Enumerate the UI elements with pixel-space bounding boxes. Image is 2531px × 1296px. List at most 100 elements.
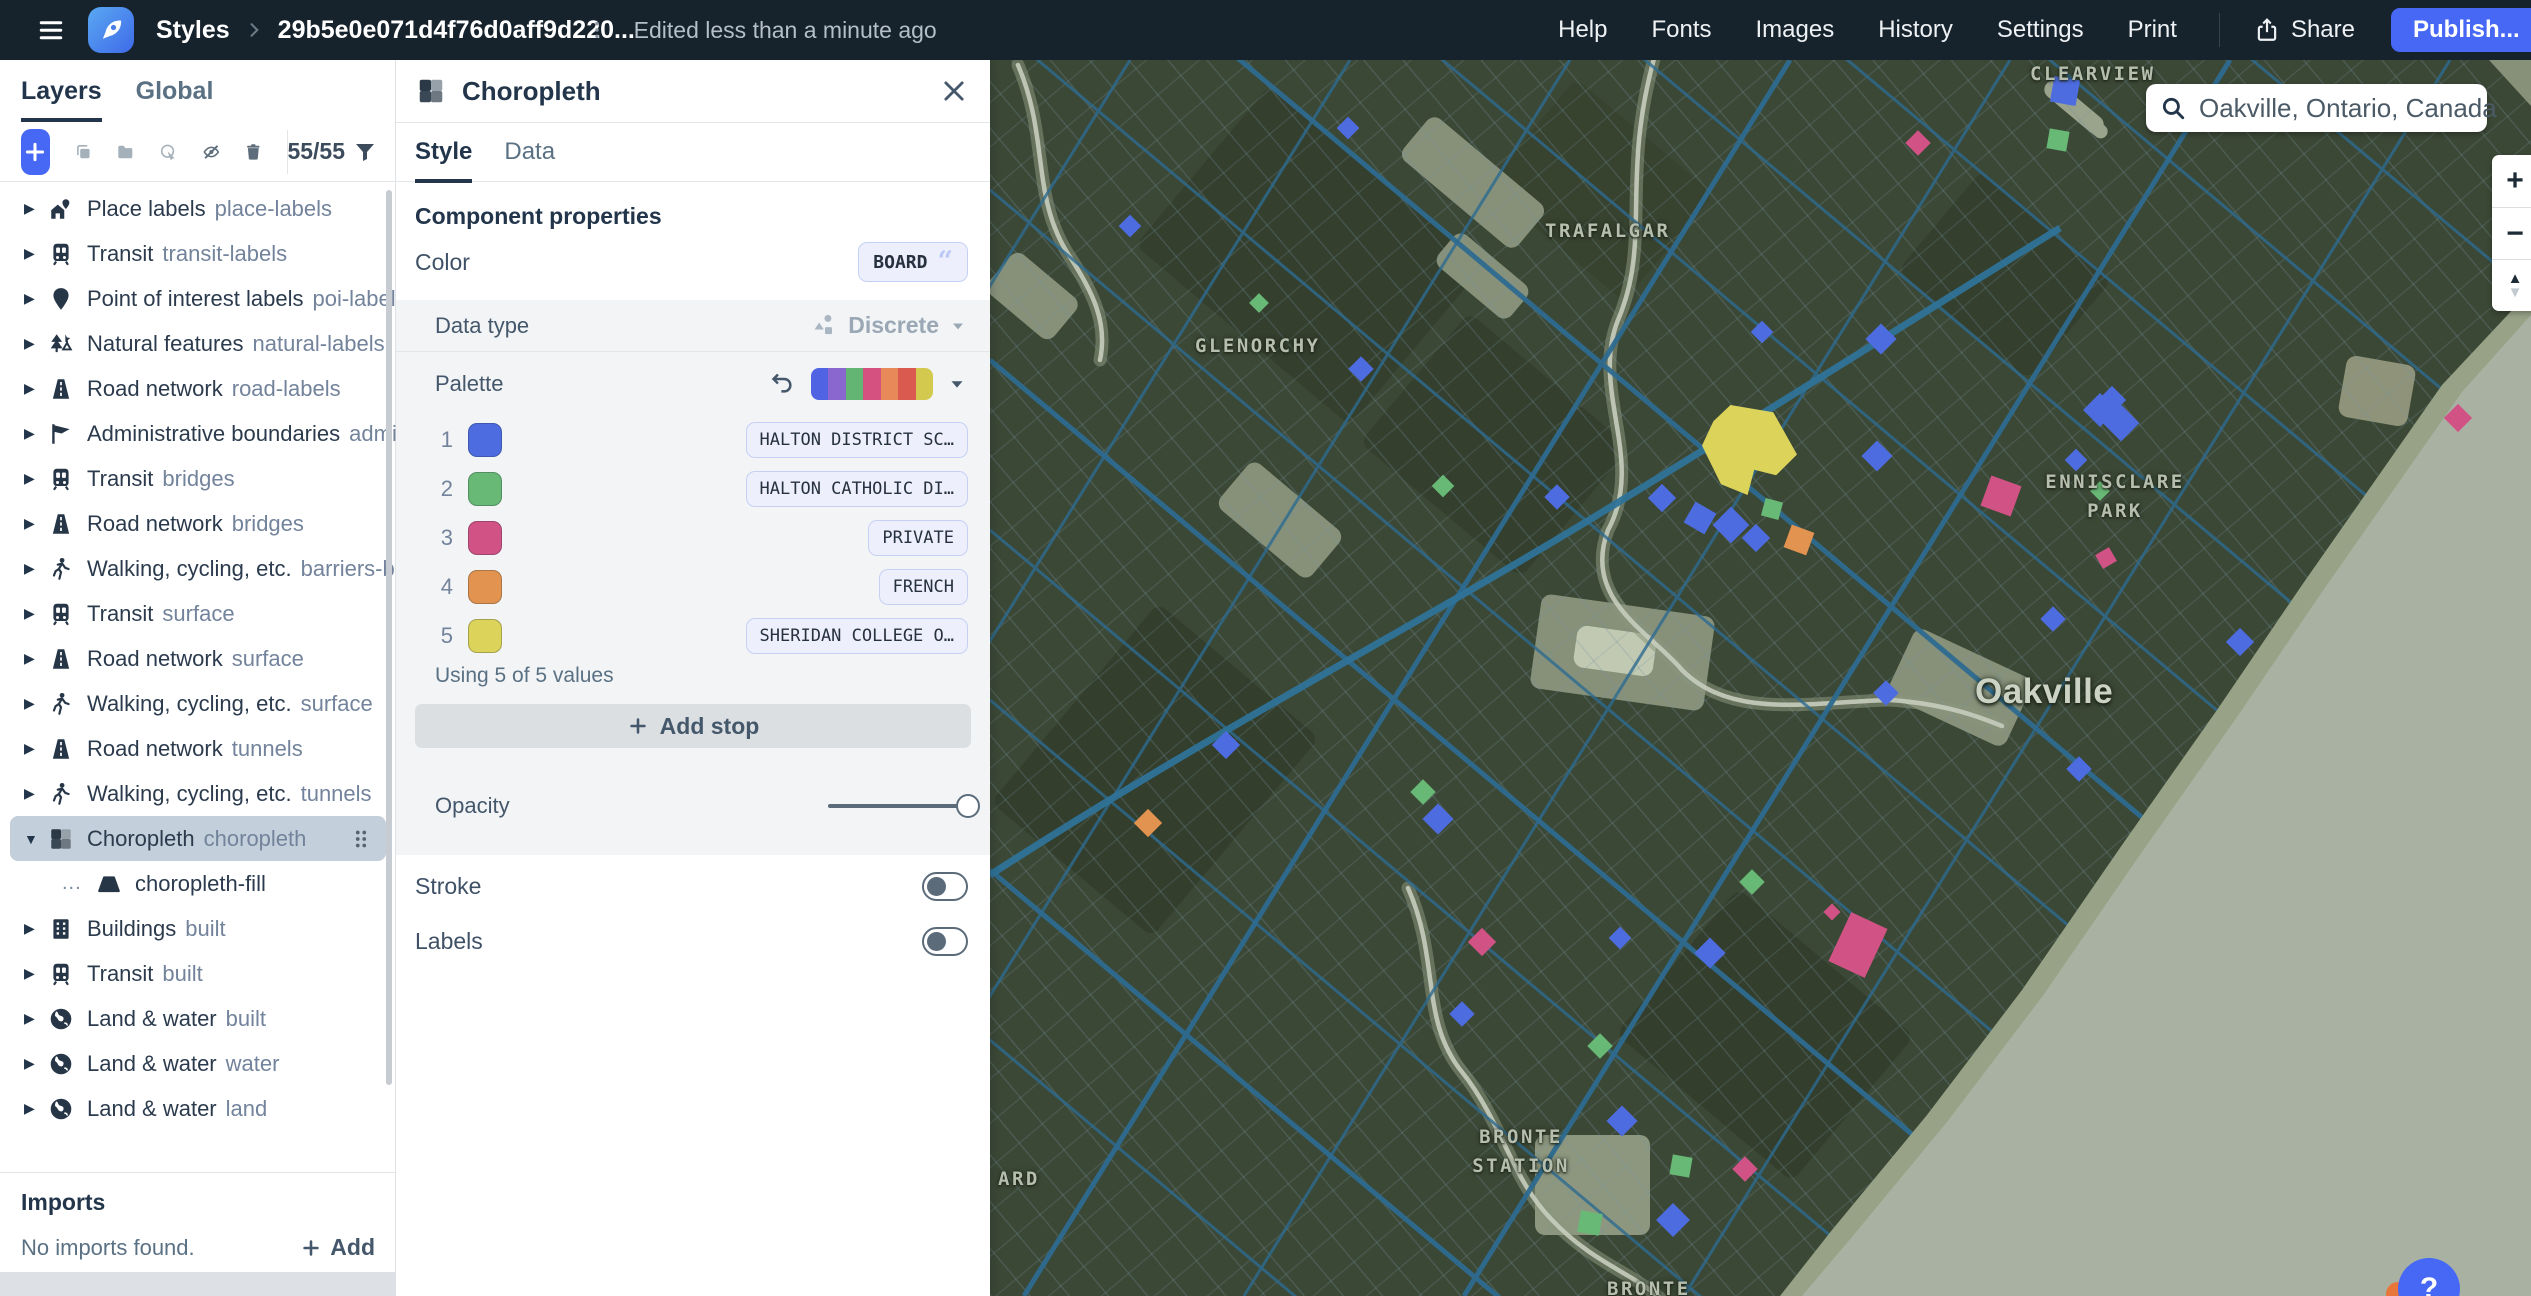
layer-row[interactable]: ▶ Land & water water: [10, 1041, 386, 1086]
breadcrumb-styles[interactable]: Styles: [156, 16, 230, 45]
expand-arrow-icon[interactable]: ▶: [24, 335, 48, 352]
nav-link[interactable]: Fonts: [1651, 16, 1711, 44]
layer-row[interactable]: ▶ Walking, cycling, etc. tunnels: [10, 771, 386, 816]
labels-toggle[interactable]: [922, 927, 968, 956]
hide-layer-icon[interactable]: [202, 137, 221, 167]
style-menu-icon[interactable]: [586, 19, 608, 41]
expand-arrow-icon[interactable]: ▶: [24, 650, 48, 667]
expand-arrow-icon[interactable]: ▶: [24, 380, 48, 397]
layer-row[interactable]: ▶ Road network surface: [10, 636, 386, 681]
opacity-slider[interactable]: [828, 793, 968, 819]
zoom-in-button[interactable]: +: [2492, 155, 2531, 207]
add-layer-button[interactable]: [21, 129, 50, 175]
publish-button[interactable]: Publish...: [2391, 8, 2531, 52]
expand-arrow-icon[interactable]: ▶: [24, 470, 48, 487]
expand-arrow-icon[interactable]: ▶: [24, 245, 48, 262]
nav-link[interactable]: History: [1878, 16, 1953, 44]
stop-color-swatch[interactable]: [468, 570, 502, 604]
add-import-button[interactable]: Add: [300, 1234, 375, 1261]
stop-color-swatch[interactable]: [468, 472, 502, 506]
map-canvas[interactable]: CLEARVIEWTRAFALGARGLENORCHYENNISCLARE PA…: [990, 60, 2531, 1296]
layer-type-icon: [48, 331, 74, 357]
search-query[interactable]: Oakville, Ontario, Canada: [2199, 93, 2497, 124]
layer-row[interactable]: ▶ Walking, cycling, etc. surface: [10, 681, 386, 726]
expand-arrow-icon[interactable]: ▶: [24, 1055, 48, 1072]
palette-preview[interactable]: [811, 368, 933, 400]
stop-color-swatch[interactable]: [468, 619, 502, 653]
tab-style[interactable]: Style: [415, 123, 472, 182]
style-id[interactable]: 29b5e0e071d4f76d0aff9d220...: [278, 16, 578, 45]
data-type-select[interactable]: Discrete: [811, 312, 968, 340]
expand-arrow-icon[interactable]: ▶: [24, 515, 48, 532]
nav-link[interactable]: Print: [2128, 16, 2177, 44]
stop-value-chip[interactable]: PRIVATE: [868, 520, 968, 556]
layer-row[interactable]: ▶ Administrative boundaries admin: [10, 411, 386, 456]
stop-value-chip[interactable]: SHERIDAN COLLEGE O…: [746, 618, 968, 654]
layer-row[interactable]: ▶ Transit surface: [10, 591, 386, 636]
layer-row[interactable]: ▶ Land & water land: [10, 1086, 386, 1131]
share-button[interactable]: Share: [2254, 16, 2355, 44]
expand-arrow-icon[interactable]: ▶: [24, 200, 48, 217]
expand-arrow-icon[interactable]: ▶: [24, 740, 48, 757]
layer-row[interactable]: ... choropleth-fill: [10, 861, 386, 906]
layer-row[interactable]: ▶ Transit bridges: [10, 456, 386, 501]
mapbox-logo[interactable]: [88, 7, 134, 53]
tab-global[interactable]: Global: [136, 60, 214, 122]
add-stop-button[interactable]: Add stop: [415, 704, 971, 748]
reset-palette-icon[interactable]: [769, 370, 796, 397]
drag-handle-icon[interactable]: [348, 826, 374, 852]
expand-arrow-icon[interactable]: ▶: [24, 695, 48, 712]
tab-data[interactable]: Data: [504, 123, 555, 182]
expand-arrow-icon[interactable]: ▶: [24, 1100, 48, 1117]
layer-type-icon: [48, 691, 74, 717]
expand-arrow-icon[interactable]: ▶: [24, 920, 48, 937]
share-icon: [2254, 17, 2280, 43]
stop-color-swatch[interactable]: [468, 521, 502, 555]
expand-arrow-icon[interactable]: ...: [62, 872, 96, 895]
layer-row[interactable]: ▶ Buildings built: [10, 906, 386, 951]
layer-count[interactable]: 55/55: [287, 138, 377, 165]
stop-color-swatch[interactable]: [468, 423, 502, 457]
layer-row[interactable]: ▼ Choropleth choropleth: [10, 816, 386, 861]
menu-icon[interactable]: [36, 15, 66, 45]
geocoder-search[interactable]: Oakville, Ontario, Canada: [2146, 84, 2487, 132]
expand-arrow-icon[interactable]: ▶: [24, 965, 48, 982]
nav-link[interactable]: Settings: [1997, 16, 2084, 44]
group-layers-icon[interactable]: [116, 137, 135, 167]
duplicate-layer-icon[interactable]: [74, 137, 93, 167]
expand-arrow-icon[interactable]: ▶: [24, 425, 48, 442]
expand-arrow-icon[interactable]: ▶: [24, 290, 48, 307]
layer-row[interactable]: ▶ Road network tunnels: [10, 726, 386, 771]
layer-row[interactable]: ▶ Walking, cycling, etc. barriers-bridge…: [10, 546, 386, 591]
layer-row[interactable]: ▶ Road network road-labels: [10, 366, 386, 411]
delete-layer-icon[interactable]: [244, 137, 263, 167]
expand-arrow-icon[interactable]: ▶: [24, 785, 48, 802]
tab-layers[interactable]: Layers: [21, 60, 102, 122]
select-on-map-icon[interactable]: [159, 137, 178, 167]
palette-dropdown-icon[interactable]: [946, 373, 968, 395]
layer-row[interactable]: ▶ Place labels place-labels: [10, 186, 386, 231]
stop-value-chip[interactable]: HALTON DISTRICT SC…: [746, 422, 968, 458]
zoom-out-button[interactable]: −: [2492, 207, 2531, 259]
compass-button[interactable]: ▲ ▼: [2492, 259, 2531, 311]
layer-row[interactable]: ▶ Transit transit-labels: [10, 231, 386, 276]
stroke-toggle[interactable]: [922, 872, 968, 901]
opacity-knob[interactable]: [956, 794, 980, 818]
color-value-chip[interactable]: BOARD “: [858, 242, 968, 282]
layer-row[interactable]: ▶ Road network bridges: [10, 501, 386, 546]
layer-row[interactable]: ▶ Land & water built: [10, 996, 386, 1041]
layer-row[interactable]: ▶ Natural features natural-labels: [10, 321, 386, 366]
expand-arrow-icon[interactable]: ▶: [24, 1010, 48, 1027]
layer-row[interactable]: ▶ Point of interest labels poi-labels: [10, 276, 386, 321]
stop-value-chip[interactable]: HALTON CATHOLIC DI…: [746, 471, 968, 507]
expand-arrow-icon[interactable]: ▶: [24, 605, 48, 622]
sidebar-scrollbar[interactable]: [386, 190, 392, 1085]
layer-row[interactable]: ▶ Transit built: [10, 951, 386, 996]
close-icon[interactable]: [940, 77, 968, 105]
stop-value-chip[interactable]: FRENCH: [879, 569, 968, 605]
nav-link[interactable]: Images: [1756, 16, 1835, 44]
expand-arrow-icon[interactable]: ▶: [24, 560, 48, 577]
layer-name: Walking, cycling, etc.: [87, 691, 292, 717]
expand-arrow-icon[interactable]: ▼: [24, 831, 48, 847]
nav-link[interactable]: Help: [1558, 16, 1607, 44]
